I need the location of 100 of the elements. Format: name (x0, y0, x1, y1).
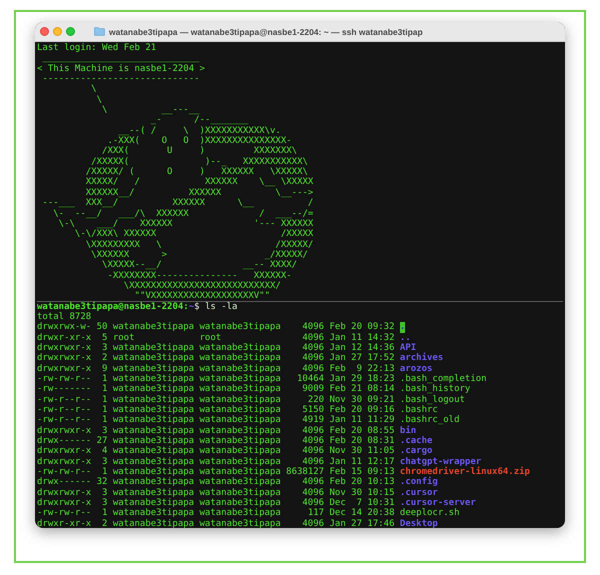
owner-cell: watanabe3tipapa (112, 364, 194, 374)
group-cell-text: watanabe3tipapa (199, 342, 281, 353)
permissions-cell: -rw------- (37, 384, 92, 395)
login-message: Last login: Wed Feb 21 (37, 43, 158, 54)
date-cell: Nov 30 11:05 (329, 446, 394, 457)
links-cell: 32 (96, 477, 108, 488)
size-cell: 8638127 (286, 467, 324, 478)
owner-cell: watanabe3tipapa (112, 415, 194, 426)
file-name: .bash_completion (400, 374, 487, 384)
date-cell: Feb 20 09:16 (329, 405, 394, 416)
group-cell: watanabe3tipapa (199, 467, 281, 478)
owner-cell-text: watanabe3tipapa (112, 426, 194, 436)
group-cell-text: watanabe3tipapa (199, 394, 281, 405)
date-cell: Jan 27 17:52 (329, 353, 394, 364)
file-name: .config (400, 477, 438, 488)
links-cell-text: 1 (102, 467, 108, 478)
window-title: watanabe3tipapa — watanabe3tipapa@nasbe1-2204: ~ — ssh watanabe3tipap (109, 26, 423, 36)
size-cell-text: 4096 (301, 488, 324, 498)
links-cell-text: 1 (100, 405, 108, 416)
size-cell-text: 4096 (301, 364, 324, 374)
permissions-cell: -rw-r--r-- (37, 394, 92, 406)
date-cell: Jan 27 17:46 (329, 518, 394, 528)
permissions-cell: drwx------ (37, 477, 92, 488)
size-cell-text: 4096 (301, 456, 324, 467)
date-cell-text: Jan 12 14:36 (329, 342, 394, 353)
links-cell-text: 1 (100, 374, 108, 384)
links-cell-text: 3 (100, 498, 108, 508)
owner-cell: watanabe3tipapa (112, 518, 194, 528)
owner-cell: watanabe3tipapa (112, 508, 194, 519)
file-name: chatgpt-wrapper (400, 456, 482, 467)
permissions-cell: drwxr-xr-x (37, 332, 92, 343)
permissions-cell: drwxrwxr-x (37, 353, 92, 364)
permissions-cell: -rw-rw-r-- (37, 467, 92, 478)
date-cell: Jan 11 11:29 (329, 415, 394, 426)
file-name: .cargo (400, 446, 432, 457)
links-cell-text: 3 (100, 342, 108, 353)
group-cell: watanabe3tipapa (199, 477, 281, 488)
maximize-button[interactable] (66, 27, 75, 36)
permissions-cell: drwxrwx-w- (37, 322, 92, 333)
prompt-path: ~ (188, 302, 194, 312)
date-cell: Dec 7 10:31 (329, 498, 394, 508)
owner-cell: watanabe3tipapa (112, 436, 194, 446)
permissions-cell-text: drwxrwxr-x (37, 488, 92, 498)
size-cell-text: 4919 (301, 415, 324, 426)
group-cell: watanabe3tipapa (199, 384, 281, 395)
group-cell: watanabe3tipapa (199, 508, 281, 519)
owner-cell-text: watanabe3tipapa (112, 374, 194, 384)
date-cell: Dec 14 20:38 (329, 508, 394, 519)
links-cell: 50 (96, 322, 108, 333)
group-cell: watanabe3tipapa (199, 498, 281, 508)
size-cell-text: 4096 (301, 518, 324, 528)
date-cell-text: Nov 30 10:15 (329, 488, 394, 498)
owner-cell-text: root (112, 332, 136, 343)
group-cell-text: watanabe3tipapa (199, 374, 281, 384)
links-cell-text: 2 (100, 353, 108, 364)
minimize-button[interactable] (53, 27, 62, 36)
permissions-cell: drwxrwxr-x (37, 498, 92, 508)
file-name: .cursor (400, 488, 438, 498)
date-cell-text: Jan 11 12:17 (329, 456, 394, 467)
close-button[interactable] (40, 27, 49, 36)
permissions-cell: drwx------ (37, 436, 92, 446)
permissions-cell: drwxrwxr-x (37, 456, 92, 468)
owner-cell-text: watanabe3tipapa (112, 456, 194, 467)
owner-cell: watanabe3tipapa (112, 384, 194, 395)
owner-cell: watanabe3tipapa (112, 498, 194, 508)
size-cell-text: 220 (306, 394, 324, 405)
links-cell-text: 4 (100, 446, 108, 457)
owner-cell-text: watanabe3tipapa (112, 342, 194, 353)
owner-cell: watanabe3tipapa (112, 477, 194, 488)
permissions-cell-text: drwxrwxr-x (37, 426, 92, 436)
size-cell-text: 117 (306, 508, 324, 519)
prompt-user-host: watanabe3tipapa@nasbe1-2204: (37, 302, 189, 312)
file-name: .cursor-server (400, 498, 476, 508)
file-name: chromedriver-linux64.zip (400, 467, 530, 478)
size-cell-text: 4096 (301, 353, 324, 364)
folder-icon (94, 27, 105, 36)
links-cell-text: 5 (100, 332, 108, 343)
group-cell: watanabe3tipapa (199, 415, 281, 426)
date-cell: Feb 20 08:31 (329, 436, 394, 446)
prompt-symbol: $ (194, 302, 200, 312)
permissions-cell: drwxr-xr-x (37, 518, 92, 528)
owner-cell: watanabe3tipapa (112, 353, 194, 364)
group-cell: watanabe3tipapa (199, 405, 281, 416)
links-cell-text: 1 (100, 384, 108, 395)
file-name: archives (400, 353, 444, 364)
size-cell-text: 4096 (301, 436, 324, 446)
banner-message: _____________________________ < This Machine is nasbe1-2204 > ----------------------------- (37, 53, 206, 84)
links-cell-text: 1 (100, 508, 108, 519)
owner-cell: watanabe3tipapa (112, 467, 194, 478)
command-text: ls -la (204, 302, 238, 312)
size-cell-text: 4096 (301, 332, 324, 343)
owner-cell: watanabe3tipapa (112, 405, 194, 416)
file-name: Desktop (400, 518, 438, 528)
group-cell: watanabe3tipapa (199, 322, 281, 333)
file-name: . (400, 322, 406, 333)
file-name: arozos (400, 364, 432, 374)
file-name: .cache (400, 436, 432, 446)
date-cell-text: Nov 30 09:21 (329, 394, 394, 405)
owner-cell: watanabe3tipapa (112, 322, 194, 333)
size-cell-text: 10464 (296, 374, 324, 384)
